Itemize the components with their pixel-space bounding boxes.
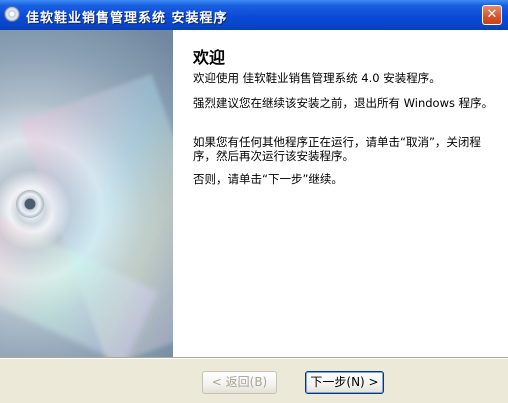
disc-center [16, 190, 44, 218]
welcome-panel: 欢迎 欢迎使用 佳软鞋业销售管理系统 4.0 安装程序。 强烈建议您在继续该安装… [173, 30, 508, 357]
close-programs-text: 强烈建议您在继续该安装之前，退出所有 Windows 程序。 [193, 96, 494, 110]
sidebar-cd-image [0, 30, 173, 357]
window-title: 佳软鞋业销售管理系统 安装程序 [26, 11, 228, 26]
cd-icon [4, 6, 20, 22]
close-button[interactable]: ✕ [482, 5, 502, 25]
title-bar[interactable]: 佳软鞋业销售管理系统 安装程序 ✕ [0, 0, 508, 30]
cancel-instruction-text: 如果您有任何其他程序正在运行，请单击“取消”，关闭程序，然后再次运行该安装程序。 [193, 135, 481, 163]
welcome-text: 欢迎使用 佳软鞋业销售管理系统 4.0 安装程序。 [193, 71, 441, 85]
next-button[interactable]: 下一步(N) > [305, 371, 384, 394]
installer-window: 佳软鞋业销售管理系统 安装程序 ✕ 欢迎 欢迎使用 佳软鞋业销售管理系统 4.0… [0, 0, 508, 403]
divider [0, 357, 508, 359]
page-title: 欢迎 [193, 48, 226, 67]
back-button[interactable]: < 返回(B) [202, 371, 277, 394]
continue-instruction-text: 否则，请单击“下一步”继续。 [193, 172, 343, 186]
close-icon: ✕ [486, 7, 498, 22]
